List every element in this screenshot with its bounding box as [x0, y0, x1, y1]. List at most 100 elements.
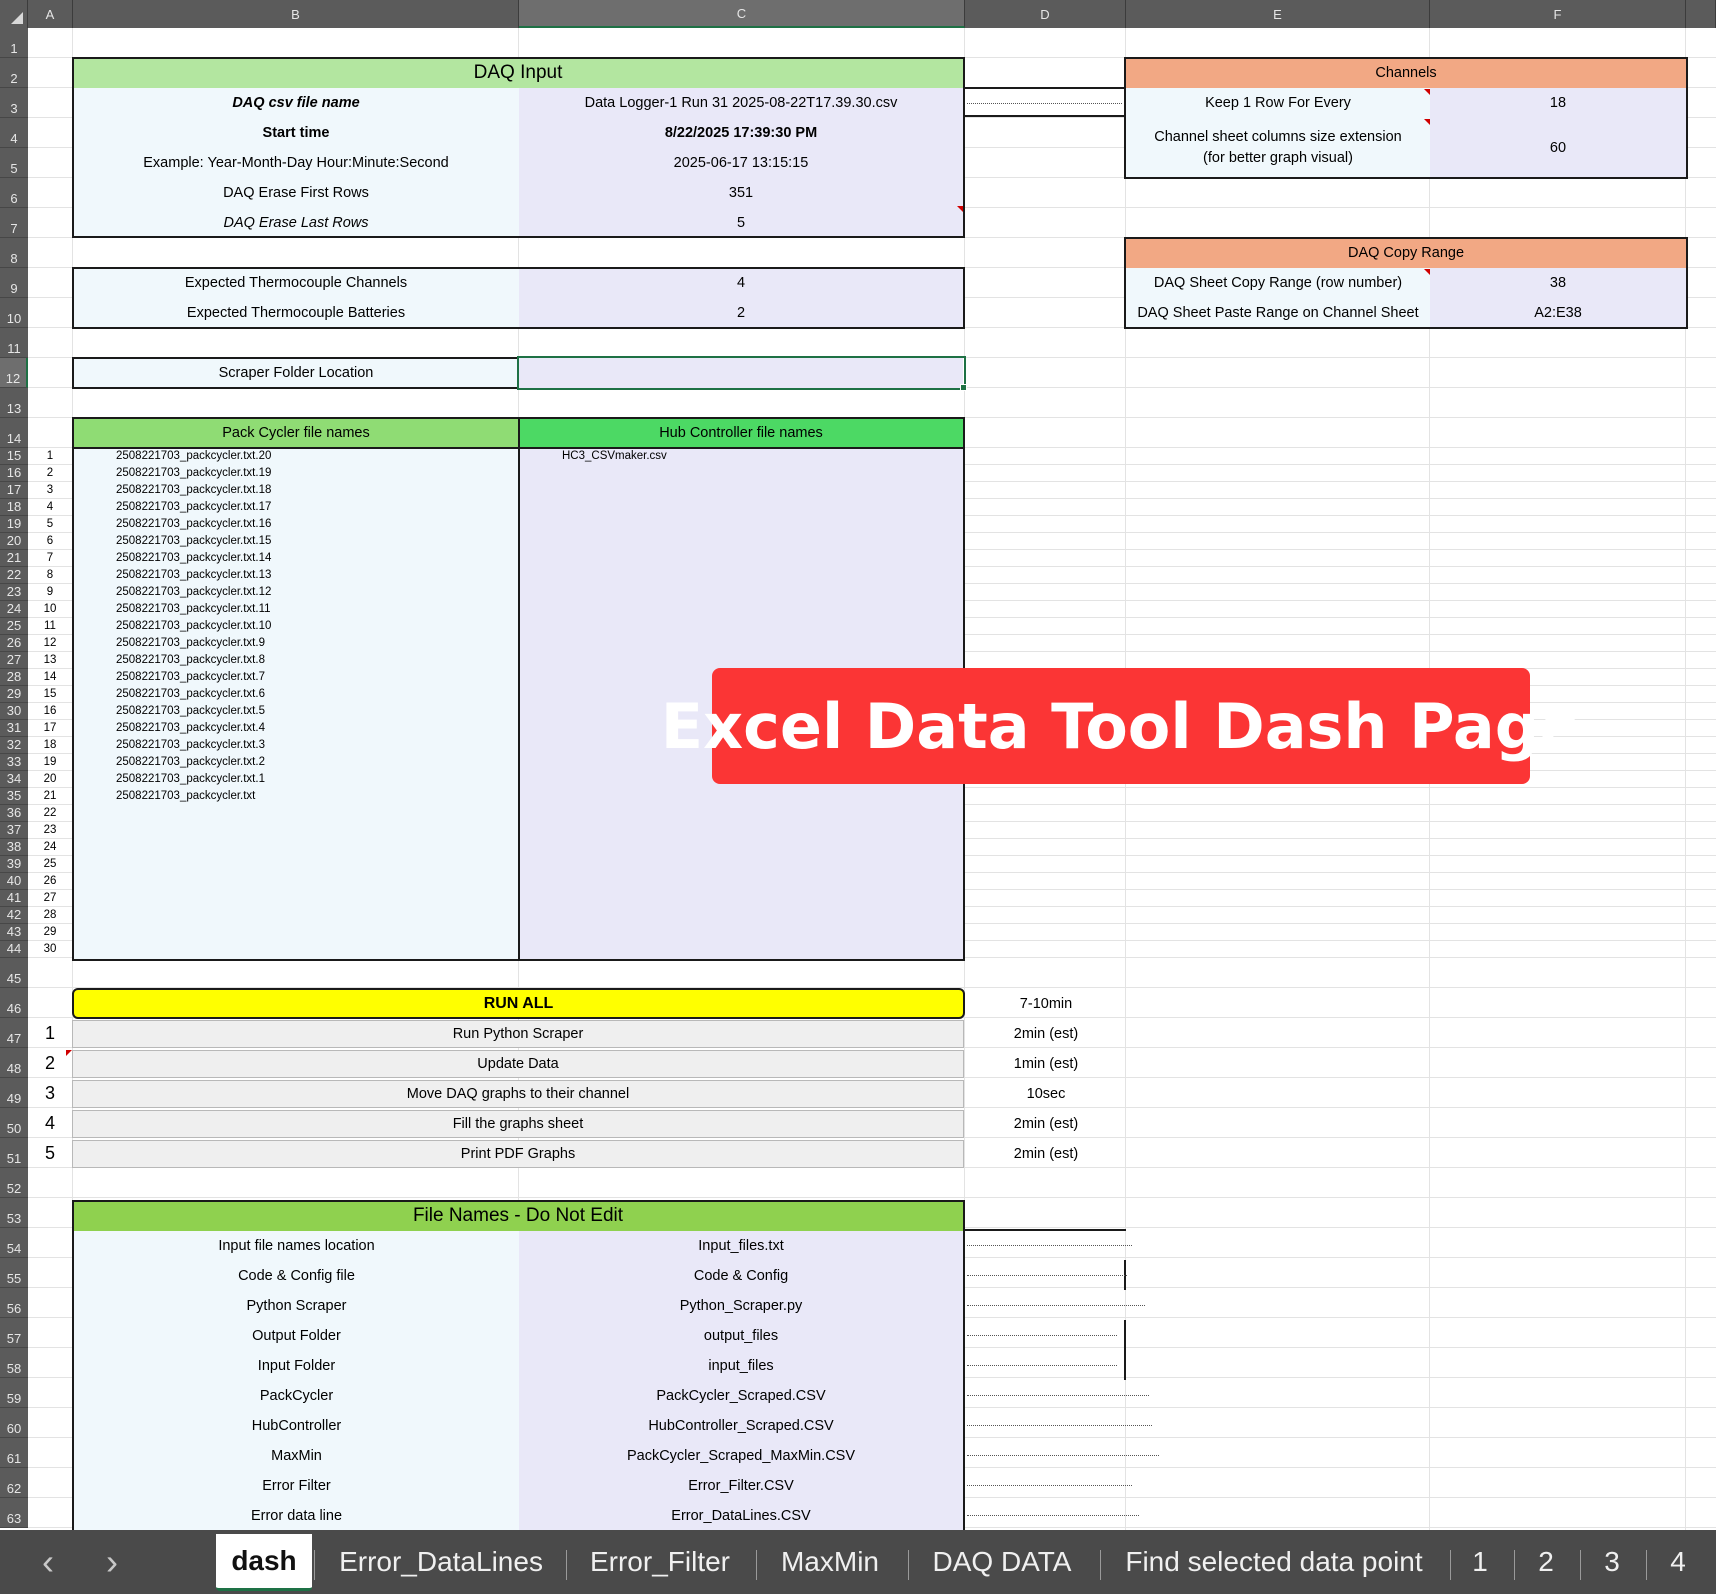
row-header[interactable]: 44 — [0, 941, 28, 958]
row-header[interactable]: 41 — [0, 890, 28, 907]
row-header[interactable]: 40 — [0, 873, 28, 890]
tab-scroll-prev[interactable]: ‹ — [30, 1530, 66, 1594]
row-header[interactable]: 14 — [0, 418, 28, 448]
pack-cycler-file[interactable]: 2508221703_packcycler.txt.20 — [116, 450, 271, 462]
channels-keep-value[interactable]: 18 — [1430, 88, 1686, 118]
tab-maxmin[interactable]: MaxMin — [760, 1530, 900, 1594]
row-header[interactable]: 2 — [0, 58, 28, 88]
row-header[interactable]: 55 — [0, 1258, 28, 1288]
tab-3[interactable]: 3 — [1584, 1530, 1640, 1594]
pack-cycler-file[interactable]: 2508221703_packcycler.txt.5 — [116, 705, 265, 717]
tab-dash[interactable]: dash — [216, 1534, 312, 1591]
row-header[interactable]: 39 — [0, 856, 28, 873]
file-names-value[interactable]: Code & Config — [519, 1261, 963, 1291]
row-header[interactable]: 61 — [0, 1438, 28, 1468]
row-header[interactable]: 11 — [0, 328, 28, 358]
row-header[interactable]: 22 — [0, 567, 28, 584]
copy-range-row-value[interactable]: 38 — [1430, 268, 1686, 298]
row-header[interactable]: 24 — [0, 601, 28, 618]
pack-cycler-file[interactable]: 2508221703_packcycler.txt.10 — [116, 620, 271, 632]
row-header[interactable]: 59 — [0, 1378, 28, 1408]
row-header[interactable]: 46 — [0, 988, 28, 1018]
tab-error-datalines[interactable]: Error_DataLines — [318, 1530, 564, 1594]
pack-cycler-file[interactable]: 2508221703_packcycler.txt.17 — [116, 501, 271, 513]
run-step-button[interactable]: Fill the graphs sheet — [72, 1110, 964, 1138]
row-header[interactable]: 53 — [0, 1198, 28, 1228]
tab-error-filter[interactable]: Error_Filter — [570, 1530, 750, 1594]
pack-cycler-file[interactable]: 2508221703_packcycler.txt.18 — [116, 484, 271, 496]
file-names-value[interactable]: PackCycler_Scraped.CSV — [519, 1381, 963, 1411]
run-all-button[interactable]: RUN ALL — [72, 988, 965, 1019]
channels-extension-value[interactable]: 60 — [1430, 118, 1686, 178]
row-header[interactable]: 23 — [0, 584, 28, 601]
pack-cycler-file[interactable]: 2508221703_packcycler.txt.2 — [116, 756, 265, 768]
pack-cycler-file[interactable]: 2508221703_packcycler.txt.6 — [116, 688, 265, 700]
row-header[interactable]: 47 — [0, 1018, 28, 1048]
daq-input-value[interactable]: 2025-06-17 13:15:15 — [519, 148, 963, 178]
pack-cycler-file[interactable]: 2508221703_packcycler.txt.15 — [116, 535, 271, 547]
row-header[interactable]: 3 — [0, 88, 28, 118]
pack-cycler-file[interactable]: 2508221703_packcycler.txt.8 — [116, 654, 265, 666]
row-header[interactable]: 38 — [0, 839, 28, 856]
row-header[interactable]: 20 — [0, 533, 28, 550]
pack-cycler-file[interactable]: 2508221703_packcycler.txt.12 — [116, 586, 271, 598]
select-all-corner[interactable] — [0, 0, 28, 28]
row-header[interactable]: 49 — [0, 1078, 28, 1108]
row-header[interactable]: 52 — [0, 1168, 28, 1198]
tab-scroll-next[interactable]: › — [94, 1530, 130, 1594]
file-names-value[interactable]: input_files — [519, 1351, 963, 1381]
row-header[interactable]: 45 — [0, 958, 28, 988]
hub-controller-file[interactable]: HC3_CSVmaker.csv — [562, 450, 667, 462]
row-header[interactable]: 17 — [0, 482, 28, 499]
row-header[interactable]: 26 — [0, 635, 28, 652]
pack-cycler-file[interactable]: 2508221703_packcycler.txt.3 — [116, 739, 265, 751]
run-step-button[interactable]: Move DAQ graphs to their channel — [72, 1080, 964, 1108]
pack-cycler-file[interactable]: 2508221703_packcycler.txt.14 — [116, 552, 271, 564]
tab-1[interactable]: 1 — [1454, 1530, 1506, 1594]
row-header[interactable]: 36 — [0, 805, 28, 822]
row-header[interactable]: 4 — [0, 118, 28, 148]
row-header[interactable]: 56 — [0, 1288, 28, 1318]
row-header[interactable]: 1 — [0, 28, 28, 58]
pack-cycler-file[interactable]: 2508221703_packcycler.txt.4 — [116, 722, 265, 734]
row-header[interactable]: 37 — [0, 822, 28, 839]
daq-input-value[interactable]: Data Logger-1 Run 31 2025-08-22T17.39.30… — [519, 88, 963, 118]
column-header-c[interactable]: C — [519, 0, 965, 28]
row-header[interactable]: 15 — [0, 448, 28, 465]
row-header[interactable]: 28 — [0, 669, 28, 686]
column-header-a[interactable]: A — [28, 0, 73, 28]
row-header[interactable]: 33 — [0, 754, 28, 771]
tab-find-selected-data-point[interactable]: Find selected data point — [1104, 1530, 1444, 1594]
row-header[interactable]: 34 — [0, 771, 28, 788]
row-header[interactable]: 42 — [0, 907, 28, 924]
tab-daq-data[interactable]: DAQ DATA — [912, 1530, 1092, 1594]
thermocouple-value[interactable]: 2 — [519, 298, 963, 328]
row-header[interactable]: 29 — [0, 686, 28, 703]
row-header[interactable]: 8 — [0, 238, 28, 268]
daq-input-value[interactable]: 8/22/2025 17:39:30 PM — [519, 118, 963, 148]
row-header[interactable]: 30 — [0, 703, 28, 720]
column-header-d[interactable]: D — [965, 0, 1126, 28]
column-header-e[interactable]: E — [1126, 0, 1430, 28]
pack-cycler-file[interactable]: 2508221703_packcycler.txt.9 — [116, 637, 265, 649]
row-header[interactable]: 25 — [0, 618, 28, 635]
file-names-value[interactable]: Input_files.txt — [519, 1231, 963, 1261]
run-step-button[interactable]: Update Data — [72, 1050, 964, 1078]
row-header[interactable]: 57 — [0, 1318, 28, 1348]
pack-cycler-file[interactable]: 2508221703_packcycler.txt.11 — [116, 603, 271, 615]
row-header[interactable]: 13 — [0, 388, 28, 418]
row-header[interactable]: 54 — [0, 1228, 28, 1258]
file-names-value[interactable]: HubController_Scraped.CSV — [519, 1411, 963, 1441]
row-header[interactable]: 63 — [0, 1498, 28, 1528]
daq-input-value[interactable]: 351 — [519, 178, 963, 208]
pack-cycler-file[interactable]: 2508221703_packcycler.txt.16 — [116, 518, 271, 530]
row-header[interactable]: 9 — [0, 268, 28, 298]
pack-cycler-file[interactable]: 2508221703_packcycler.txt — [116, 790, 255, 802]
pack-cycler-file[interactable]: 2508221703_packcycler.txt.1 — [116, 773, 265, 785]
row-header[interactable]: 48 — [0, 1048, 28, 1078]
row-header[interactable]: 51 — [0, 1138, 28, 1168]
file-names-value[interactable]: PackCycler_Scraped_MaxMin.CSV — [519, 1441, 963, 1471]
row-header[interactable]: 60 — [0, 1408, 28, 1438]
pack-cycler-file[interactable]: 2508221703_packcycler.txt.13 — [116, 569, 271, 581]
paste-range-value[interactable]: A2:E38 — [1430, 298, 1686, 328]
